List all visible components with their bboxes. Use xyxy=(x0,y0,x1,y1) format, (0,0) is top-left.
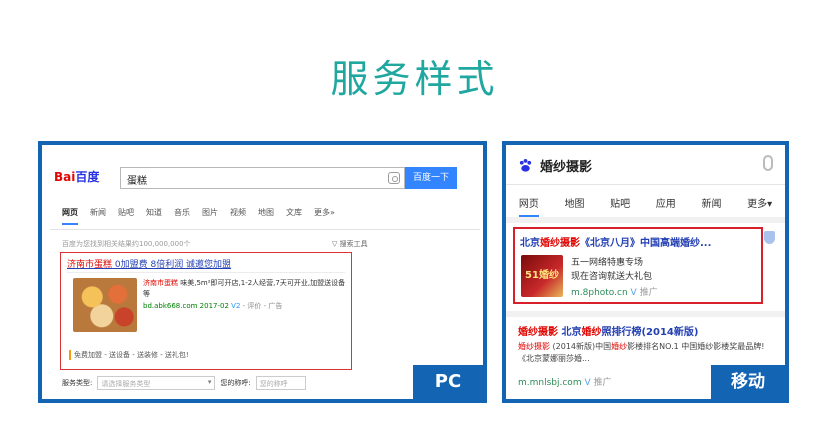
mobile-result-title[interactable]: 婚纱摄影 北京婚纱照排行榜(2014新版) xyxy=(518,323,698,338)
mobile-ad-result[interactable]: 北京婚纱摄影《北京八月》中国高端婚纱... 51婚纱 五一网络特惠专场 现在咨询… xyxy=(513,227,763,304)
pc-ad-title-keyword: 济南市蛋糕 xyxy=(67,260,113,270)
mobile-preview-panel: 婚纱摄影 网页 地图 贴吧 应用 新闻 更多▾ 北京婚纱摄影《北京八月》中国高端… xyxy=(502,141,789,403)
pc-ad-result: 济南市蛋糕 0加盟费 8倍利润 诚邀您加盟 济南市蛋糕 味美,5m²即可开店,1… xyxy=(60,252,352,370)
pc-search-button[interactable]: 百度一下 xyxy=(405,167,457,189)
divider xyxy=(67,272,345,273)
service-type-select[interactable]: 请选择服务类型 xyxy=(97,376,216,390)
result-count: 百度为您找到相关结果约100,000,000个 xyxy=(62,240,191,248)
pc-tab[interactable]: 音乐 xyxy=(174,207,190,225)
pc-tab[interactable]: 文库 xyxy=(286,207,302,225)
mobile-ad-title-keyword: 婚纱摄影 xyxy=(540,238,580,249)
verified-icon: V2 xyxy=(231,302,241,310)
pc-preview-panel: Bai百度 蛋糕 百度一下 网页 新闻 贴吧 知道 音乐 图片 视频 地图 文库… xyxy=(38,141,487,403)
pc-lead-form: 服务类型: 请选择服务类型 您的称呼: 您的称呼 xyxy=(62,376,306,390)
baidu-paw-icon xyxy=(519,158,532,172)
promo-label: 推广 xyxy=(639,288,658,298)
baidu-logo-latin: Bai xyxy=(54,170,76,184)
mobile-tabs: 网页 地图 贴吧 应用 新闻 更多▾ xyxy=(506,195,785,217)
pc-ad-desc-keyword: 济南市蛋糕 xyxy=(143,279,178,287)
pc-ad-url[interactable]: bd.abk668.com 2017-02 V2 - 评价 - 广告 xyxy=(143,301,282,311)
pc-ad-sublinks[interactable]: 免费加盟 - 送设备 - 送装修 - 送礼包! xyxy=(69,350,189,360)
camera-icon[interactable] xyxy=(388,172,400,184)
mobile-search-bar[interactable]: 婚纱摄影 xyxy=(506,145,785,185)
mobile-result-title-rest: 照排行榜(2014新版) xyxy=(601,327,699,338)
pc-tab[interactable]: 视频 xyxy=(230,207,246,225)
pc-tabs: 网页 新闻 贴吧 知道 音乐 图片 视频 地图 文库 更多» xyxy=(62,207,402,225)
promo-label: 推广 xyxy=(593,378,612,388)
pc-tab[interactable]: 新闻 xyxy=(90,207,106,225)
mobile-ad-title-pre: 北京 xyxy=(520,238,540,249)
mobile-result-url[interactable]: m.mnlsbj.com V 推广 xyxy=(518,375,612,388)
divider xyxy=(50,229,480,230)
name-input[interactable]: 您的称呼 xyxy=(255,376,306,390)
pc-tab[interactable]: 图片 xyxy=(202,207,218,225)
mobile-result-desc-keyword: 婚纱 xyxy=(611,342,628,351)
mobile-ad-line: 五一网络特惠专场 xyxy=(571,258,644,268)
cake-thumbnail[interactable] xyxy=(73,278,137,332)
mobile-search-value: 婚纱摄影 xyxy=(540,160,593,175)
pc-search-input[interactable]: 蛋糕 xyxy=(120,167,405,189)
page-title: 服务样式 xyxy=(330,57,499,101)
wedding-thumbnail[interactable]: 51婚纱 xyxy=(521,255,563,297)
name-label: 您的称呼: xyxy=(220,379,251,387)
pc-tab[interactable]: 知道 xyxy=(146,207,162,225)
divider xyxy=(506,311,785,317)
baidu-logo-cn: 百度 xyxy=(75,170,100,184)
pc-tab[interactable]: 地图 xyxy=(258,207,274,225)
service-type-label: 服务类型: xyxy=(62,379,93,387)
search-tools-link[interactable]: ▽ 搜索工具 xyxy=(332,239,368,249)
pc-ad-description: 济南市蛋糕 味美,5m²即可开店,1-2人经营,7天可开业,加盟送设备等 xyxy=(143,278,348,300)
pc-ad-url-text: bd.abk668.com 2017-02 xyxy=(143,302,229,310)
mobile-tab[interactable]: 网页 xyxy=(518,195,539,217)
mobile-result-title-keyword: 婚纱 xyxy=(581,327,602,338)
pc-badge: PC xyxy=(413,365,483,399)
mobile-result-url-text: m.mnlsbj.com xyxy=(518,378,582,388)
pc-ad-url-tail: - 评价 - 广告 xyxy=(242,302,283,310)
mobile-ad-description: 五一网络特惠专场 现在咨询就送大礼包 xyxy=(571,256,652,284)
mobile-result-title-mid: 北京 xyxy=(558,327,582,338)
mobile-ad-url-text: m.8photo.cn xyxy=(571,288,628,298)
mobile-result-description: 婚纱摄影 (2014新版)中国婚纱影楼排名NO.1 中国婚纱影楼奖最品牌!《北京… xyxy=(518,341,776,365)
pc-tab[interactable]: 更多» xyxy=(314,207,335,225)
mobile-tab[interactable]: 应用 xyxy=(656,195,676,217)
mobile-result-desc-mid: (2014新版)中国 xyxy=(550,342,612,351)
mobile-result-desc-keyword: 婚纱摄影 xyxy=(518,342,550,351)
mobile-tab[interactable]: 新闻 xyxy=(701,195,721,217)
pc-ad-title[interactable]: 济南市蛋糕 0加盟费 8倍利润 诚邀您加盟 xyxy=(67,257,231,270)
search-tools-label: 搜索工具 xyxy=(339,240,368,248)
baidu-logo[interactable]: Bai百度 xyxy=(54,168,110,186)
mobile-ad-url[interactable]: m.8photo.cn V 推广 xyxy=(571,285,658,298)
mobile-ad-title[interactable]: 北京婚纱摄影《北京八月》中国高端婚纱... xyxy=(520,234,711,249)
verified-icon: V xyxy=(584,378,591,388)
thumbnail-caption: 51婚纱 xyxy=(525,270,559,281)
mobile-result-title-keyword: 婚纱摄影 xyxy=(518,327,558,338)
microphone-icon[interactable] xyxy=(763,155,773,171)
pc-search-value: 蛋糕 xyxy=(127,176,147,187)
mobile-tab[interactable]: 贴吧 xyxy=(610,195,630,217)
mobile-tab[interactable]: 地图 xyxy=(564,195,584,217)
shield-icon xyxy=(764,231,775,244)
pc-tab[interactable]: 贴吧 xyxy=(118,207,134,225)
pc-ad-title-rest: 0加盟费 8倍利润 诚邀您加盟 xyxy=(112,260,232,270)
pc-tab[interactable]: 网页 xyxy=(62,207,78,225)
verified-icon: V xyxy=(630,288,637,298)
mobile-ad-line: 现在咨询就送大礼包 xyxy=(571,272,653,282)
mobile-ad-title-rest: 《北京八月》中国高端婚纱... xyxy=(580,238,712,249)
divider xyxy=(506,217,785,223)
mobile-tab[interactable]: 更多▾ xyxy=(747,195,772,217)
mobile-badge: 移动 xyxy=(711,365,785,399)
